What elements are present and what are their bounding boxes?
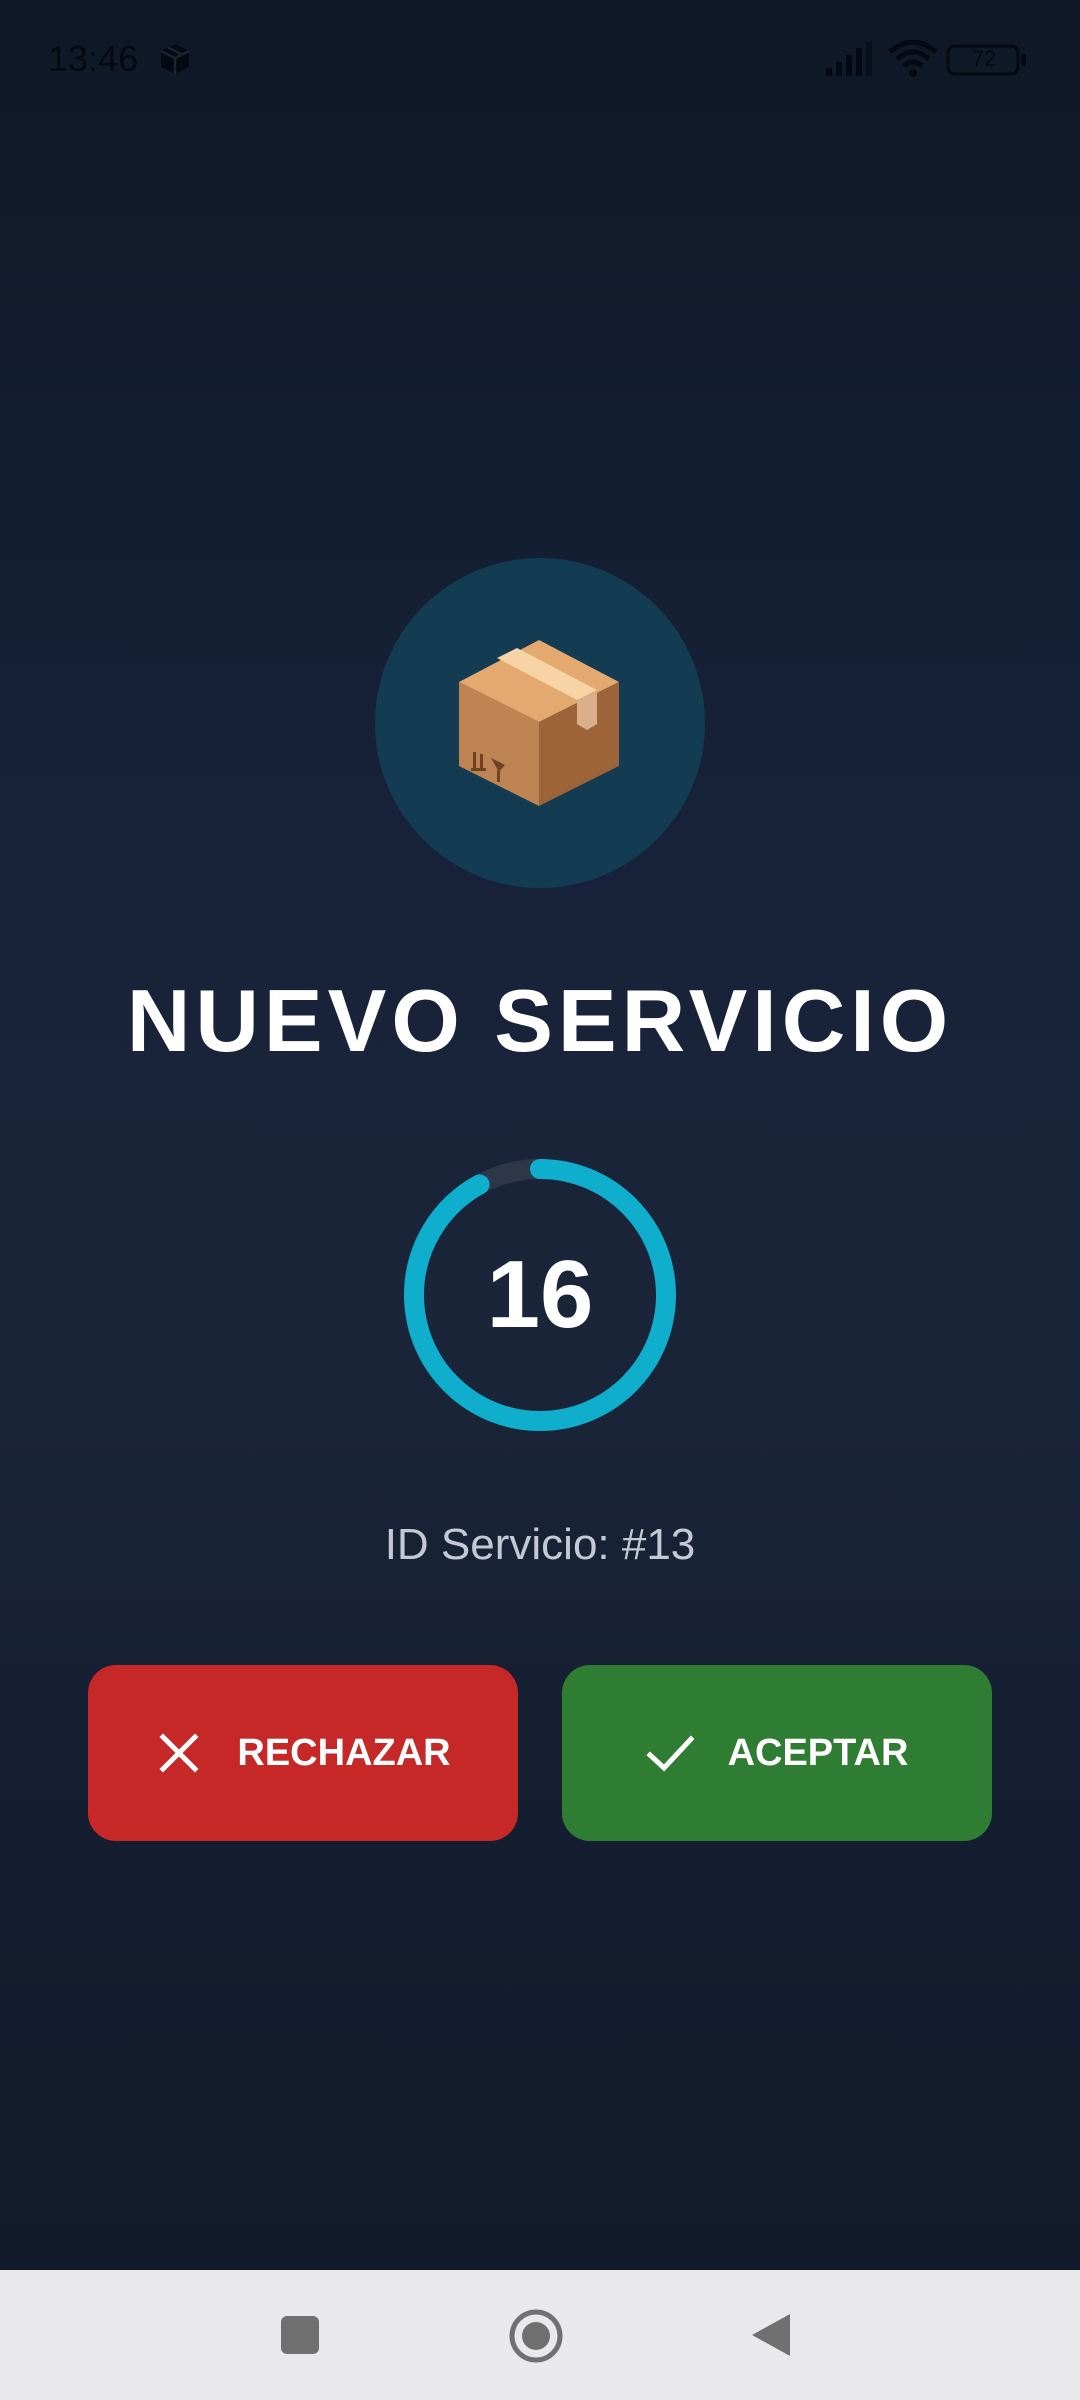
package-box-icon <box>459 640 619 806</box>
service-id: ID Servicio: #13 <box>384 1520 696 1569</box>
package-circle <box>375 558 705 888</box>
home-circle-icon[interactable] <box>508 2308 564 2364</box>
box-app-icon <box>160 44 190 74</box>
battery-level: 72 <box>971 46 997 71</box>
close-icon <box>159 1733 199 1773</box>
countdown-timer: 16 <box>400 1155 680 1435</box>
status-bar: 13:46 72 <box>0 0 1080 120</box>
accept-button[interactable]: ACEPTAR <box>562 1665 992 1841</box>
reject-button-label: RECHAZAR <box>237 1731 451 1774</box>
wifi-icon <box>888 40 938 77</box>
accept-button-label: ACEPTAR <box>727 1731 909 1774</box>
system-nav-bar <box>0 2270 1080 2400</box>
countdown-value: 16 <box>486 1241 594 1348</box>
check-icon <box>646 1735 694 1772</box>
back-triangle-icon[interactable] <box>750 2312 792 2358</box>
status-time: 13:46 <box>48 38 139 79</box>
signal-icon <box>826 42 872 76</box>
recents-square-icon[interactable] <box>280 2315 320 2355</box>
page-title: NUEVO SERVICIO <box>126 971 954 1070</box>
reject-button[interactable]: RECHAZAR <box>88 1665 518 1841</box>
